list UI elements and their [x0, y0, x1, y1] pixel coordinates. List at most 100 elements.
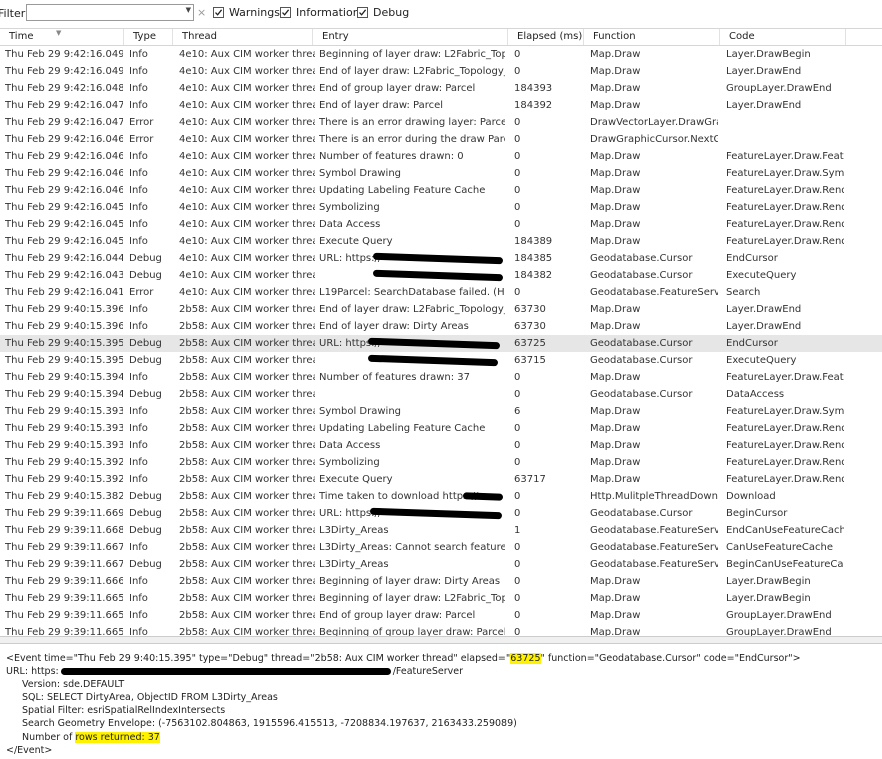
cell-elapsed: 0 [514, 457, 521, 468]
cell-code: FeatureLayer.Draw.Render [726, 440, 844, 451]
debug-checkbox[interactable]: Debug [357, 6, 409, 19]
cell-type: Info [129, 83, 148, 94]
checkmark-icon[interactable] [280, 7, 291, 18]
cell-code: Layer.DrawEnd [726, 66, 802, 77]
column-header-thread[interactable]: Thread [173, 29, 313, 45]
cell-entry: Execute Query [319, 236, 393, 247]
cell-time: Thu Feb 29 9:39:11.666 [5, 576, 123, 587]
cell-elapsed: 0 [514, 202, 521, 213]
cell-code: FeatureLayer.Draw.Render [726, 219, 844, 230]
table-row[interactable]: Thu Feb 29 9:40:15.393 Info 2b58: Aux CIM … [0, 403, 882, 420]
cell-time: Thu Feb 29 9:42:16.041 [5, 287, 123, 298]
table-row[interactable]: Thu Feb 29 9:42:16.049 Info 4e10: Aux CIM … [0, 63, 882, 80]
clear-filter-icon[interactable]: × [197, 6, 206, 19]
cell-code: BeginCanUseFeatureCache [726, 559, 844, 570]
table-row[interactable]: Thu Feb 29 9:39:11.669 Debug 2b58: Aux CIM… [0, 505, 882, 522]
cell-code: FeatureLayer.Draw.Render [726, 202, 844, 213]
table-row[interactable]: Thu Feb 29 9:39:11.665 Info 2b58: Aux CIM … [0, 624, 882, 636]
cell-code: FeatureLayer.Draw.Feature [726, 151, 844, 162]
table-row[interactable]: Thu Feb 29 9:42:16.043 Debug 4e10: Aux CIM… [0, 267, 882, 284]
table-row[interactable]: Thu Feb 29 9:42:16.045 Info 4e10: Aux CIM … [0, 199, 882, 216]
cell-entry: L3Dirty_Areas [319, 525, 389, 536]
cell-function: Map.Draw [590, 440, 641, 451]
cell-function: Map.Draw [590, 100, 641, 111]
cell-type: Info [129, 627, 148, 636]
cell-type: Info [129, 406, 148, 417]
cell-code: EndCursor [726, 338, 778, 349]
cell-thread: 2b58: Aux CIM worker thread [179, 593, 315, 604]
table-row[interactable]: Thu Feb 29 9:42:16.049 Info 4e10: Aux CIM … [0, 46, 882, 63]
table-row[interactable]: Thu Feb 29 9:42:16.045 Info 4e10: Aux CIM … [0, 233, 882, 250]
table-row[interactable]: Thu Feb 29 9:42:16.046 Info 4e10: Aux CIM … [0, 182, 882, 199]
checkmark-icon[interactable] [357, 7, 368, 18]
cell-elapsed: 0 [514, 576, 521, 587]
table-row[interactable]: Thu Feb 29 9:40:15.392 Info 2b58: Aux CIM … [0, 471, 882, 488]
cell-elapsed: 0 [514, 185, 521, 196]
information-checkbox[interactable]: Information [280, 6, 360, 19]
cell-elapsed: 0 [514, 287, 521, 298]
table-row[interactable]: Thu Feb 29 9:40:15.396 Info 2b58: Aux CIM … [0, 318, 882, 335]
table-row[interactable]: Thu Feb 29 9:42:16.047 Error 4e10: Aux CIM… [0, 114, 882, 131]
checkmark-icon[interactable] [213, 7, 224, 18]
cell-time: Thu Feb 29 9:40:15.395 [5, 338, 123, 349]
cell-elapsed: 63730 [514, 304, 546, 315]
table-row[interactable]: Thu Feb 29 9:42:16.041 Error 4e10: Aux CIM… [0, 284, 882, 301]
table-row[interactable]: Thu Feb 29 9:42:16.048 Info 4e10: Aux CIM … [0, 80, 882, 97]
cell-time: Thu Feb 29 9:42:16.047 [5, 117, 123, 128]
cell-time: Thu Feb 29 9:39:11.668 [5, 525, 123, 536]
panel-splitter[interactable] [0, 636, 882, 644]
table-row[interactable]: Thu Feb 29 9:40:15.392 Info 2b58: Aux CIM … [0, 454, 882, 471]
cell-code: FeatureLayer.Draw.Symbol [726, 406, 844, 417]
cell-thread: 4e10: Aux CIM worker thread [179, 83, 315, 94]
table-row[interactable]: Thu Feb 29 9:39:11.665 Info 2b58: Aux CIM … [0, 590, 882, 607]
column-header-time[interactable]: Time ▼ [0, 29, 124, 45]
cell-function: Geodatabase.Cursor [590, 355, 693, 366]
warnings-checkbox[interactable]: Warnings [213, 6, 280, 19]
table-row[interactable]: Thu Feb 29 9:42:16.045 Info 4e10: Aux CIM … [0, 216, 882, 233]
table-row[interactable]: Thu Feb 29 9:39:11.665 Info 2b58: Aux CIM … [0, 607, 882, 624]
cell-elapsed: 184385 [514, 253, 553, 264]
table-row[interactable]: Thu Feb 29 9:40:15.382 Debug 2b58: Aux CIM… [0, 488, 882, 505]
column-header-function[interactable]: Function [584, 29, 720, 45]
cell-entry: Data Access [319, 440, 381, 451]
table-row[interactable]: Thu Feb 29 9:42:16.046 Info 4e10: Aux CIM … [0, 165, 882, 182]
table-row[interactable]: Thu Feb 29 9:42:16.046 Info 4e10: Aux CIM … [0, 148, 882, 165]
cell-time: Thu Feb 29 9:42:16.047 [5, 100, 123, 111]
toolbar: Filter: ▼ × Warnings Information Debug [0, 0, 882, 27]
table-row[interactable]: Thu Feb 29 9:39:11.667 Info 2b58: Aux CIM … [0, 539, 882, 556]
column-header-elapsed[interactable]: Elapsed (ms) [508, 29, 584, 45]
table-row[interactable]: Thu Feb 29 9:39:11.666 Info 2b58: Aux CIM … [0, 573, 882, 590]
column-header-type[interactable]: Type [124, 29, 173, 45]
table-row[interactable]: Thu Feb 29 9:42:16.046 Error 4e10: Aux CIM… [0, 131, 882, 148]
table-row[interactable]: Thu Feb 29 9:42:16.044 Debug 4e10: Aux CIM… [0, 250, 882, 267]
cell-time: Thu Feb 29 9:40:15.393 [5, 406, 123, 417]
cell-function: Geodatabase.FeatureService [590, 542, 718, 553]
table-row[interactable]: Thu Feb 29 9:40:15.394 Info 2b58: Aux CIM … [0, 369, 882, 386]
cell-thread: 4e10: Aux CIM worker thread [179, 151, 315, 162]
cell-type: Error [129, 117, 154, 128]
cell-function: Map.Draw [590, 202, 641, 213]
filter-combobox[interactable]: ▼ [26, 4, 194, 21]
chevron-down-icon[interactable]: ▼ [186, 6, 191, 14]
table-row[interactable]: Thu Feb 29 9:40:15.393 Info 2b58: Aux CIM … [0, 437, 882, 454]
table-row[interactable]: Thu Feb 29 9:42:16.047 Info 4e10: Aux CIM … [0, 97, 882, 114]
cell-type: Info [129, 202, 148, 213]
cell-code: FeatureLayer.Draw.Render [726, 457, 844, 468]
cell-code [726, 114, 844, 131]
table-row[interactable]: Thu Feb 29 9:40:15.393 Info 2b58: Aux CIM … [0, 420, 882, 437]
column-header-entry[interactable]: Entry [313, 29, 508, 45]
cell-time: Thu Feb 29 9:40:15.392 [5, 474, 123, 485]
table-row[interactable]: Thu Feb 29 9:39:11.667 Debug 2b58: Aux CIM… [0, 556, 882, 573]
cell-code: Layer.DrawEnd [726, 304, 802, 315]
cell-code: ExecuteQuery [726, 270, 797, 281]
table-row[interactable]: Thu Feb 29 9:40:15.396 Info 2b58: Aux CIM … [0, 301, 882, 318]
event-sql: SQL: SELECT DirtyArea, ObjectID FROM L3D… [22, 692, 278, 703]
column-header-code[interactable]: Code [720, 29, 846, 45]
table-row[interactable]: Thu Feb 29 9:39:11.668 Debug 2b58: Aux CIM… [0, 522, 882, 539]
cell-time: Thu Feb 29 9:40:15.396 [5, 304, 123, 315]
table-row[interactable]: Thu Feb 29 9:40:15.395 Debug 2b58: Aux CIM… [0, 335, 882, 352]
cell-type: Info [129, 576, 148, 587]
table-row[interactable]: Thu Feb 29 9:40:15.394 Debug 2b58: Aux CIM… [0, 386, 882, 403]
filter-input[interactable] [27, 5, 181, 20]
table-row[interactable]: Thu Feb 29 9:40:15.395 Debug 2b58: Aux CIM… [0, 352, 882, 369]
